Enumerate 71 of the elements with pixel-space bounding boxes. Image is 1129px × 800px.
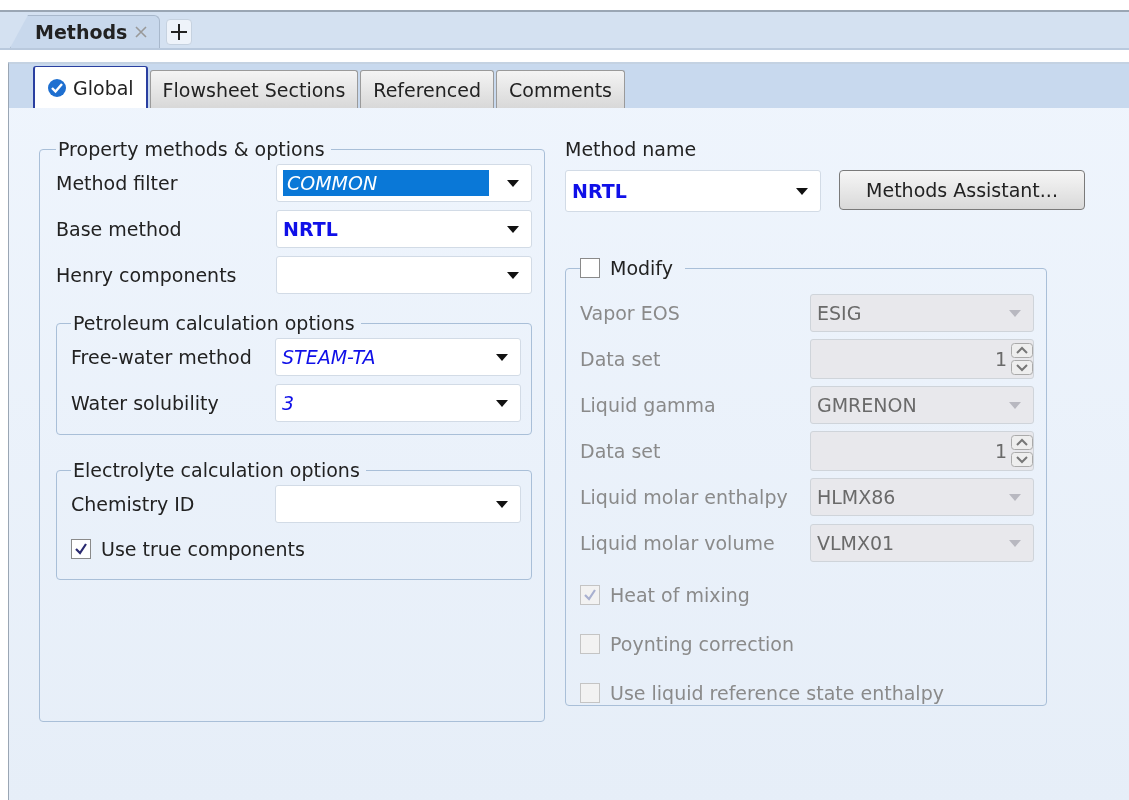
checkbox-label: Use liquid reference state enthalpy: [610, 681, 944, 704]
caret-icon: [507, 179, 519, 187]
dropdown-value: COMMON: [283, 170, 489, 196]
caret-icon: [496, 399, 508, 407]
dropdown[interactable]: HLMX86: [810, 478, 1034, 516]
check-circle-icon: [47, 77, 67, 98]
dropdown[interactable]: NRTL: [276, 210, 532, 248]
caret-icon: [507, 271, 519, 279]
dropdown[interactable]: NRTL: [565, 170, 821, 212]
close-icon[interactable]: [135, 26, 148, 38]
checkbox-label: Heat of mixing: [610, 583, 750, 606]
checkbox[interactable]: [71, 539, 91, 559]
checkbox-label: Use true components: [101, 538, 305, 560]
document-tab[interactable]: Methods: [10, 15, 161, 48]
caret-icon: [496, 353, 508, 361]
dropdown[interactable]: 3: [275, 384, 521, 422]
tab[interactable]: Global: [33, 66, 148, 108]
field-label: Data set: [580, 348, 662, 370]
spin-field[interactable]: 1: [810, 431, 1034, 471]
spin-up-icon[interactable]: [1011, 343, 1033, 358]
add-tab-button[interactable]: [166, 19, 193, 45]
field-label: Chemistry ID: [71, 493, 196, 515]
dropdown-value: STEAM-TA: [282, 346, 377, 368]
checkbox[interactable]: [580, 258, 600, 278]
field-label: Liquid molar volume: [580, 532, 776, 554]
dropdown-value: NRTL: [283, 218, 339, 240]
caret-icon: [496, 500, 508, 508]
field-label: Method name: [565, 138, 697, 160]
caret-icon: [1009, 309, 1021, 317]
checkbox[interactable]: [580, 584, 600, 605]
tab[interactable]: Flowsheet Sections: [149, 70, 359, 108]
caret-icon: [796, 187, 808, 195]
field-label: Liquid gamma: [580, 394, 717, 416]
dropdown-value: ESIG: [817, 302, 863, 324]
field-label: Method filter: [56, 172, 179, 194]
checkbox-label: Poynting correction: [610, 632, 795, 655]
dropdown-value: 3: [282, 392, 296, 414]
field-label: Water solubility: [71, 392, 220, 414]
spin-down-icon[interactable]: [1011, 452, 1033, 467]
group-title: Petroleum calculation options: [72, 312, 356, 334]
spin-field[interactable]: 1: [810, 339, 1034, 379]
caret-icon: [507, 225, 519, 233]
tab[interactable]: Comments: [496, 70, 626, 108]
dropdown-value: GMRENON: [817, 394, 918, 416]
spin-down-icon[interactable]: [1011, 360, 1033, 375]
dropdown-value: VLMX01: [817, 532, 896, 554]
field-label: Liquid molar enthalpy: [580, 486, 789, 508]
dropdown[interactable]: COMMON: [276, 164, 532, 202]
caret-icon: [1009, 493, 1021, 501]
dropdown[interactable]: ESIG: [810, 294, 1034, 332]
checkbox[interactable]: [580, 633, 600, 654]
field-label: Data set: [580, 440, 662, 462]
caret-icon: [1009, 539, 1021, 547]
field-label: Base method: [56, 218, 183, 240]
dropdown-value: NRTL: [572, 180, 628, 202]
field-label: Free-water method: [71, 346, 253, 368]
checkbox-label: Modify: [610, 257, 673, 279]
checkbox[interactable]: [580, 682, 600, 703]
spin-up-icon[interactable]: [1011, 435, 1033, 450]
plus-icon: [171, 24, 188, 40]
dropdown-value: HLMX86: [817, 486, 897, 508]
caret-icon: [1009, 401, 1021, 409]
group-title: Property methods & options: [57, 138, 326, 160]
dropdown[interactable]: GMRENON: [810, 386, 1034, 424]
field-label: Vapor EOS: [580, 302, 681, 324]
tab[interactable]: Referenced: [360, 70, 495, 108]
methods-assistant-button[interactable]: Methods Assistant...: [839, 170, 1085, 210]
dropdown[interactable]: STEAM-TA: [275, 338, 521, 376]
dropdown[interactable]: VLMX01: [810, 524, 1034, 562]
group-title: Electrolyte calculation options: [72, 459, 361, 481]
field-label: Henry components: [56, 264, 238, 286]
